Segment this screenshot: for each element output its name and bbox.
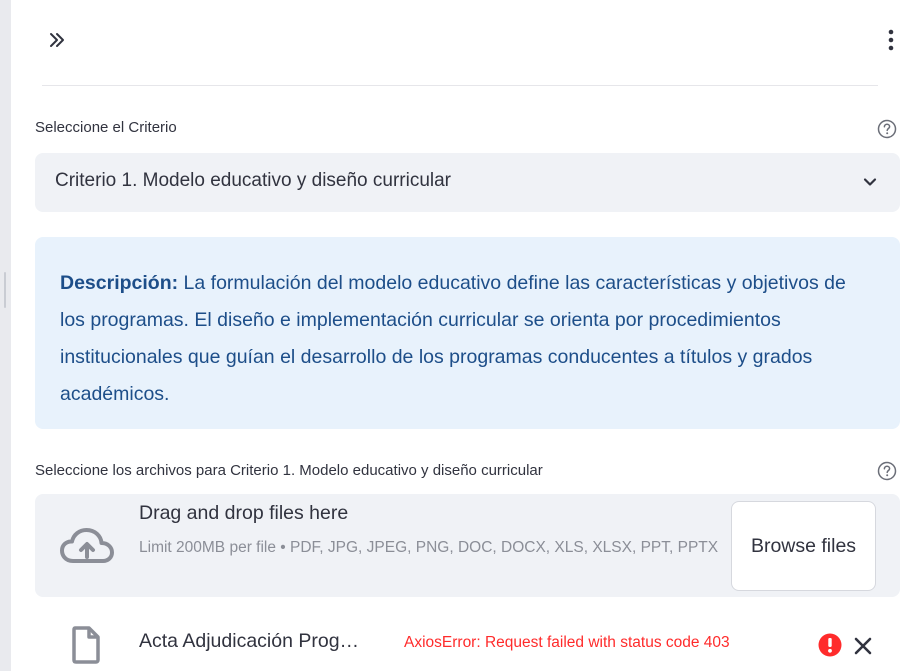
sidebar-edge (0, 0, 11, 671)
description-text: La formulación del modelo educativo defi… (60, 272, 846, 405)
error-exclamation-icon (818, 633, 842, 657)
header-divider (42, 85, 878, 86)
question-circle-icon[interactable] (877, 119, 897, 139)
uploaded-file-name: Acta Adjudicación Prog… (139, 630, 360, 652)
description-info-box: Descripción: La formulación del modelo e… (35, 237, 900, 429)
sidebar-resize-handle[interactable] (4, 272, 6, 308)
file-uploader-label: Seleccione los archivos para Criterio 1.… (35, 462, 543, 479)
main-menu-button[interactable] (875, 24, 900, 56)
remove-file-button[interactable] (851, 634, 875, 658)
chevron-down-icon (863, 178, 877, 186)
file-dropzone[interactable]: Drag and drop files here Limit 200MB per… (35, 494, 900, 597)
criterion-select[interactable]: Criterio 1. Modelo educativo y diseño cu… (35, 153, 900, 212)
description-label: Descripción: (60, 272, 179, 294)
vertical-ellipsis-icon (888, 29, 894, 51)
criterion-select-value: Criterio 1. Modelo educativo y diseño cu… (55, 170, 452, 191)
cloud-upload-icon (60, 528, 114, 563)
sidebar-header (35, 0, 900, 86)
file-icon (72, 626, 100, 664)
dropzone-title: Drag and drop files here (139, 502, 349, 524)
criterion-select-label: Seleccione el Criterio (35, 119, 177, 136)
expand-sidebar-button[interactable] (41, 24, 73, 56)
dropzone-limits: Limit 200MB per file • PDF, JPG, JPEG, P… (139, 539, 719, 556)
question-circle-icon[interactable] (877, 461, 897, 481)
uploaded-file-row: Acta Adjudicación Prog… AxiosError: Requ… (35, 622, 900, 671)
browse-files-button[interactable]: Browse files (731, 501, 876, 591)
upload-error-message: AxiosError: Request failed with status c… (404, 634, 730, 651)
double-chevron-right-icon (50, 33, 64, 47)
